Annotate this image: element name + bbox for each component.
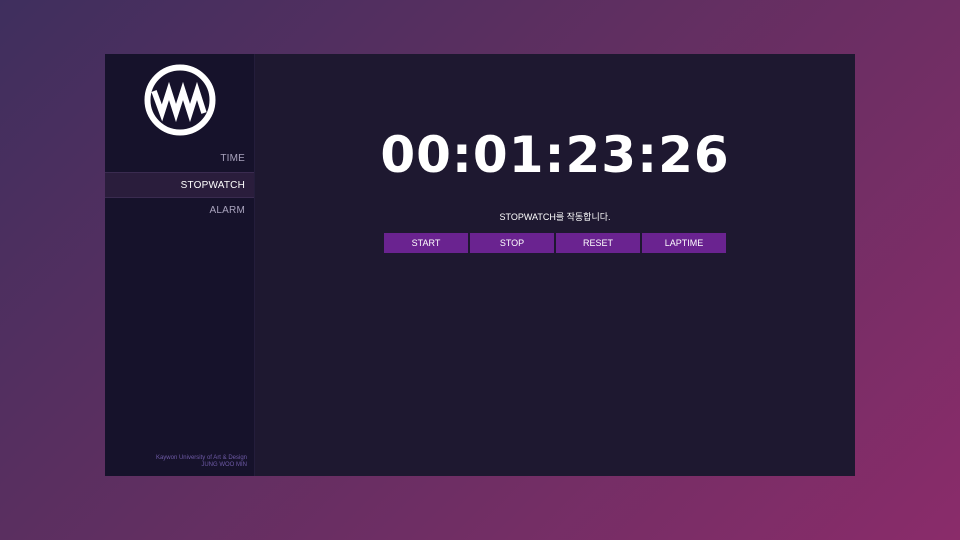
app-window: TIME STOPWATCH ALARM Kaywon University o… <box>105 54 855 476</box>
stopwatch-display: 00:01:23:26 <box>380 126 730 184</box>
start-button[interactable]: START <box>384 233 468 253</box>
credit-author: JUNG WOO MIN <box>201 462 247 468</box>
sidebar-nav: TIME STOPWATCH ALARM <box>105 146 254 224</box>
sidebar-item-time[interactable]: TIME <box>105 146 254 172</box>
credit-school: Kaywon University of Art & Design <box>155 455 247 461</box>
main-panel: 00:01:23:26 STOPWATCH를 작동합니다. START STOP… <box>255 54 855 476</box>
sidebar: TIME STOPWATCH ALARM Kaywon University o… <box>105 54 255 476</box>
sidebar-item-stopwatch[interactable]: STOPWATCH <box>105 172 254 198</box>
credit: Kaywon University of Art & Design JUNG W… <box>156 455 247 469</box>
status-message: STOPWATCH를 작동합니다. <box>499 212 611 222</box>
sidebar-item-alarm[interactable]: ALARM <box>105 198 254 224</box>
wave-circle-logo-icon <box>144 64 216 136</box>
laptime-button[interactable]: LAPTIME <box>642 233 726 253</box>
reset-button[interactable]: RESET <box>556 233 640 253</box>
stop-button[interactable]: STOP <box>470 233 554 253</box>
control-buttons: START STOP RESET LAPTIME <box>384 233 726 253</box>
